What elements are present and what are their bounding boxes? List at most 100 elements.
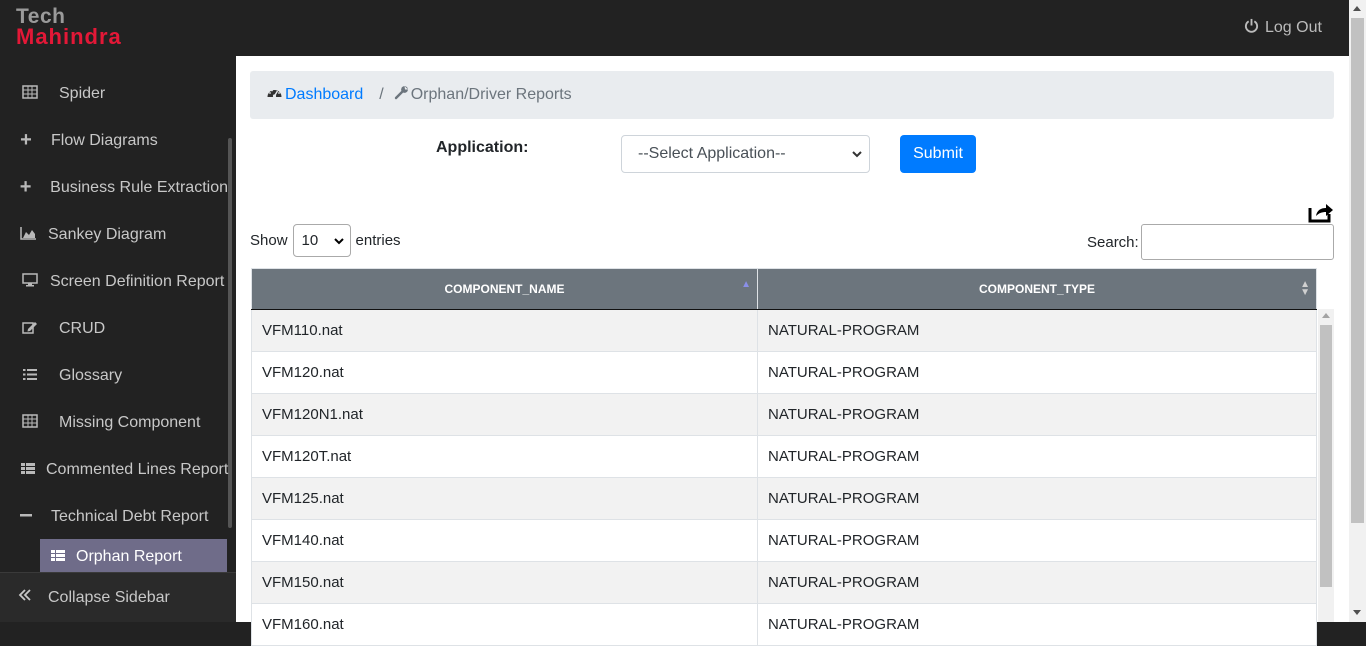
table-scrollbar-thumb[interactable] bbox=[1320, 325, 1332, 587]
table-row[interactable]: VFM150.nat NATURAL-PROGRAM bbox=[251, 561, 1317, 604]
table-icon bbox=[22, 414, 38, 431]
breadcrumb: Dashboard / Orphan/Driver Reports bbox=[250, 71, 1334, 119]
sidebar: Spider + Flow Diagrams + Business Rule E… bbox=[0, 56, 236, 622]
scroll-up-arrow-icon[interactable] bbox=[1353, 6, 1361, 11]
plus-icon: + bbox=[19, 176, 32, 198]
table-row[interactable]: VFM120T.nat NATURAL-PROGRAM bbox=[251, 435, 1317, 478]
table-row[interactable]: VFM140.nat NATURAL-PROGRAM bbox=[251, 519, 1317, 562]
sidebar-item-sankey-diagram[interactable]: Sankey Diagram bbox=[0, 211, 228, 258]
brand-logo-line2: Mahindra bbox=[16, 24, 122, 49]
table-scrollbar[interactable] bbox=[1318, 309, 1334, 622]
entries-select-value: 10 bbox=[301, 232, 319, 249]
cell-component-type: NATURAL-PROGRAM bbox=[757, 393, 1317, 436]
sidebar-item-label: Sankey Diagram bbox=[48, 225, 167, 243]
sidebar-item-label: Missing Component bbox=[59, 413, 201, 431]
cell-component-type: NATURAL-PROGRAM bbox=[757, 351, 1317, 394]
sidebar-item-spider[interactable]: Spider bbox=[0, 70, 228, 117]
show-label: Show bbox=[250, 232, 288, 249]
sort-both-icon: ▲ ▼ bbox=[1300, 279, 1310, 298]
cell-component-name: VFM125.nat bbox=[251, 477, 758, 520]
sidebar-item-business-rule-extraction[interactable]: + Business Rule Extraction bbox=[0, 164, 228, 211]
search-input[interactable] bbox=[1141, 224, 1334, 260]
wrench-icon bbox=[394, 85, 409, 105]
entries-select[interactable]: 10 bbox=[292, 224, 351, 257]
cell-component-name: VFM150.nat bbox=[251, 561, 758, 604]
brand-logo: Tech Mahindra bbox=[16, 6, 122, 48]
sidebar-item-commented-lines-report[interactable]: Commented Lines Report bbox=[0, 446, 228, 493]
sidebar-item-glossary[interactable]: Glossary bbox=[0, 352, 228, 399]
sidebar-item-label: Technical Debt Report bbox=[51, 507, 209, 525]
sidebar-item-technical-debt-report[interactable]: Technical Debt Report bbox=[0, 493, 228, 540]
dashboard-icon bbox=[266, 86, 283, 105]
sidebar-subitem-orphan-report[interactable]: Orphan Report bbox=[40, 539, 227, 575]
sidebar-item-label: Glossary bbox=[59, 366, 123, 384]
sidebar-item-label: Commented Lines Report bbox=[46, 460, 229, 478]
sidebar-scrollbar[interactable] bbox=[228, 138, 232, 528]
column-header-label: COMPONENT_TYPE bbox=[978, 282, 1095, 296]
sidebar-item-label: Business Rule Extraction bbox=[50, 178, 228, 196]
window-scrollbar[interactable] bbox=[1349, 0, 1366, 622]
table-icon bbox=[22, 85, 38, 102]
collapse-sidebar-button[interactable]: Collapse Sidebar bbox=[0, 572, 236, 622]
scroll-up-arrow-icon[interactable] bbox=[1322, 313, 1330, 318]
sidebar-item-label: Spider bbox=[59, 84, 106, 102]
breadcrumb-dashboard-link[interactable]: Dashboard bbox=[266, 86, 363, 105]
column-header-component-name[interactable]: COMPONENT_NAME ▲ bbox=[251, 268, 758, 310]
breadcrumb-separator: / bbox=[379, 86, 384, 103]
list-icon bbox=[22, 368, 38, 384]
sidebar-item-missing-component[interactable]: Missing Component bbox=[0, 399, 228, 446]
column-header-label: COMPONENT_NAME bbox=[444, 282, 565, 296]
cell-component-type: NATURAL-PROGRAM bbox=[757, 519, 1317, 562]
sidebar-item-label: CRUD bbox=[59, 319, 106, 337]
chevron-down-icon bbox=[333, 234, 345, 251]
scroll-down-arrow-icon[interactable] bbox=[1353, 610, 1361, 615]
top-navbar: Tech Mahindra Log Out bbox=[0, 0, 1366, 56]
search-label: Search: bbox=[1087, 234, 1139, 251]
breadcrumb-dashboard-label: Dashboard bbox=[285, 86, 364, 103]
cell-component-type: NATURAL-PROGRAM bbox=[757, 309, 1317, 352]
sidebar-item-crud[interactable]: CRUD bbox=[0, 305, 228, 352]
length-control: Show 10 entries bbox=[250, 224, 401, 257]
sidebar-item-screen-definition-report[interactable]: Screen Definition Report bbox=[0, 258, 228, 305]
breadcrumb-current-label: Orphan/Driver Reports bbox=[410, 86, 572, 103]
breadcrumb-current: Orphan/Driver Reports bbox=[394, 85, 572, 105]
power-icon bbox=[1244, 18, 1259, 38]
sidebar-item-flow-diagrams[interactable]: + Flow Diagrams bbox=[0, 117, 228, 164]
application-label: Application: bbox=[436, 139, 529, 156]
table-header-row: COMPONENT_NAME ▲ COMPONENT_TYPE ▲ ▼ bbox=[251, 268, 1317, 310]
table-row[interactable]: VFM160.nat NATURAL-PROGRAM bbox=[251, 603, 1317, 646]
sidebar-item-label: Screen Definition Report bbox=[50, 272, 225, 290]
sidebar-subitem-label: Orphan Report bbox=[76, 548, 182, 565]
th-list-icon bbox=[50, 549, 66, 565]
logout-button[interactable]: Log Out bbox=[1244, 18, 1322, 38]
sidebar-item-label: Flow Diagrams bbox=[51, 131, 158, 149]
cell-component-name: VFM120.nat bbox=[251, 351, 758, 394]
cell-component-name: VFM120T.nat bbox=[251, 435, 758, 478]
window-scrollbar-thumb[interactable] bbox=[1351, 18, 1364, 523]
plus-icon: + bbox=[20, 129, 32, 151]
cell-component-type: NATURAL-PROGRAM bbox=[757, 561, 1317, 604]
sort-ascending-icon: ▲ bbox=[741, 279, 751, 290]
entries-label: entries bbox=[355, 232, 401, 249]
cell-component-name: VFM120N1.nat bbox=[251, 393, 758, 436]
table-row[interactable]: VFM125.nat NATURAL-PROGRAM bbox=[251, 477, 1317, 520]
edit-icon bbox=[22, 320, 38, 337]
application-select[interactable]: --Select Application-- bbox=[621, 135, 870, 173]
desktop-icon bbox=[22, 273, 38, 290]
cell-component-name: VFM160.nat bbox=[251, 603, 758, 646]
chevron-down-icon bbox=[851, 147, 863, 165]
column-header-component-type[interactable]: COMPONENT_TYPE ▲ ▼ bbox=[757, 268, 1317, 310]
cell-component-name: VFM140.nat bbox=[251, 519, 758, 562]
submit-button[interactable]: Submit bbox=[900, 135, 976, 173]
table-row[interactable]: VFM110.nat NATURAL-PROGRAM bbox=[251, 309, 1317, 352]
cell-component-type: NATURAL-PROGRAM bbox=[757, 477, 1317, 520]
table-row[interactable]: VFM120N1.nat NATURAL-PROGRAM bbox=[251, 393, 1317, 436]
double-chevron-left-icon bbox=[18, 588, 32, 607]
cell-component-type: NATURAL-PROGRAM bbox=[757, 603, 1317, 646]
cell-component-name: VFM110.nat bbox=[251, 309, 758, 352]
logout-label: Log Out bbox=[1265, 19, 1322, 36]
application-select-value: --Select Application-- bbox=[638, 145, 786, 162]
components-table: COMPONENT_NAME ▲ COMPONENT_TYPE ▲ ▼ VFM11… bbox=[251, 268, 1317, 646]
export-icon[interactable] bbox=[1308, 201, 1334, 223]
table-row[interactable]: VFM120.nat NATURAL-PROGRAM bbox=[251, 351, 1317, 394]
